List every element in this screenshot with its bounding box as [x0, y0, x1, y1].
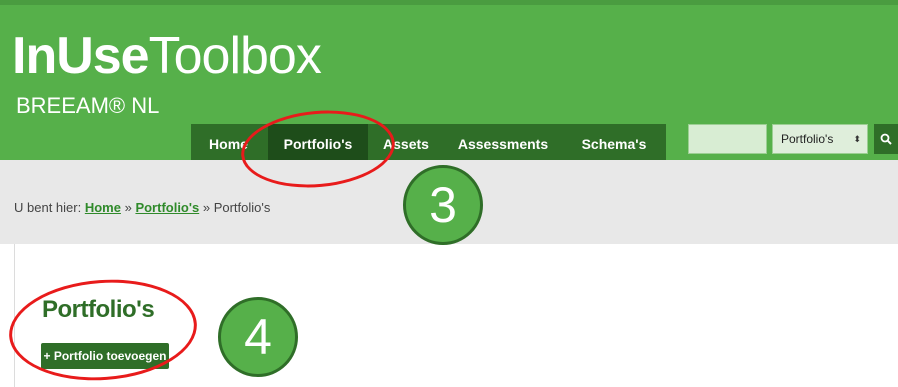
search-scope-value: Portfolio's — [781, 132, 834, 146]
breadcrumb-home-link[interactable]: Home — [85, 200, 121, 215]
search-icon — [880, 133, 892, 145]
breadcrumb-prefix: U bent hier: — [14, 200, 82, 215]
step-badge-4: 4 — [218, 297, 298, 377]
breeam-logo: BREEAM® NL — [16, 93, 160, 118]
search-scope-select[interactable]: Portfolio's ⬍ — [772, 124, 868, 154]
main-nav: Home Portfolio's Assets Assessments Sche… — [191, 124, 666, 160]
select-arrows-icon: ⬍ — [853, 134, 861, 144]
logo-light-text: Toolbox — [148, 27, 322, 85]
logo-bold-text: InUse — [12, 27, 150, 85]
breadcrumb: U bent hier: Home » Portfolio's » Portfo… — [14, 200, 270, 215]
breadcrumb-separator: » — [202, 200, 211, 215]
nav-item-assessments[interactable]: Assessments — [444, 124, 562, 160]
nav-item-schemas[interactable]: Schema's — [564, 124, 664, 160]
search-input[interactable] — [688, 124, 767, 154]
breadcrumb-current: Portfolio's — [213, 200, 271, 215]
nav-item-assets[interactable]: Assets — [370, 124, 442, 160]
breadcrumb-portfolios-link[interactable]: Portfolio's — [135, 200, 199, 215]
nav-item-portfolios[interactable]: Portfolio's — [268, 124, 368, 160]
breadcrumb-separator: » — [124, 200, 132, 215]
header-topline — [0, 0, 898, 5]
add-portfolio-button[interactable]: + Portfolio toevoegen — [41, 343, 169, 369]
search-button[interactable] — [874, 124, 898, 154]
step-badge-3: 3 — [403, 165, 483, 245]
nav-item-home[interactable]: Home — [191, 124, 266, 160]
app-logo[interactable]: InUseToolbox — [12, 27, 322, 85]
page-title: Portfolio's — [42, 296, 155, 323]
